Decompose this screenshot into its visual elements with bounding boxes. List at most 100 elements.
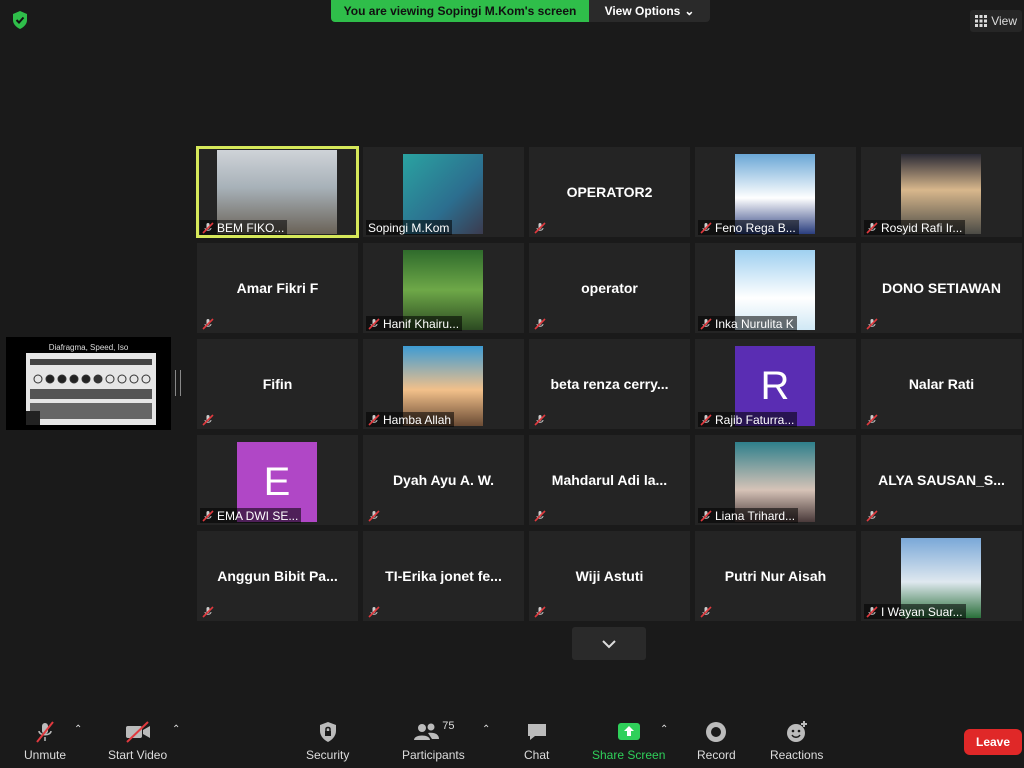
record-button[interactable]: Record [697, 720, 736, 762]
view-options-label: View Options [604, 4, 681, 18]
participant-tile[interactable]: Inka Nurulita K [695, 243, 856, 333]
mic-muted-icon [866, 605, 878, 618]
mic-muted-icon [866, 509, 878, 522]
mic-muted-icon [534, 509, 546, 522]
shield-icon[interactable] [10, 10, 30, 30]
participant-label: Hanif Khairu... [366, 316, 463, 331]
participant-status [532, 508, 549, 523]
mic-muted-icon [202, 413, 214, 426]
chat-button[interactable]: Chat [524, 720, 549, 762]
participant-tile[interactable]: Nalar Rati [861, 339, 1022, 429]
mic-muted-icon [700, 221, 712, 234]
participant-tile[interactable]: Rosyid Rafi Ir... [861, 147, 1022, 237]
participant-name: Wiji Astuti [575, 568, 644, 584]
viewing-status: You are viewing Sopingi M.Kom's screen [331, 0, 589, 22]
participants-count: 75 [442, 720, 455, 732]
participant-name: operator [581, 280, 638, 296]
participant-tile[interactable]: Putri Nur Aisah [695, 531, 856, 621]
video-off-icon [125, 721, 150, 743]
mic-muted-icon [534, 605, 546, 618]
participant-tile[interactable]: Anggun Bibit Pa... [197, 531, 358, 621]
participant-name: EMA DWI SE... [217, 508, 299, 523]
participant-tile[interactable]: operator [529, 243, 690, 333]
participant-name: Amar Fikri F [236, 280, 319, 296]
participant-name: DONO SETIAWAN [881, 280, 1001, 296]
mic-muted-icon [36, 721, 54, 743]
mic-muted-icon [866, 317, 878, 330]
participant-label: Hamba Allah [366, 412, 455, 427]
participants-button[interactable]: 75 Participants [402, 720, 465, 762]
mic-muted-icon [866, 221, 878, 234]
participant-tile[interactable]: DONO SETIAWAN [861, 243, 1022, 333]
participant-tile[interactable]: OPERATOR2 [529, 147, 690, 237]
grid-icon [975, 15, 988, 27]
participants-icon [414, 723, 440, 740]
participant-name: TI-Erika jonet fe... [385, 568, 502, 584]
chat-label: Chat [524, 748, 550, 762]
participant-tile[interactable]: Amar Fikri F [197, 243, 358, 333]
participant-tile[interactable]: E EMA DWI SE... [197, 435, 358, 525]
participant-status [864, 316, 881, 331]
share-options-caret[interactable]: ⌃ [660, 724, 668, 735]
participant-name: Nalar Rati [908, 376, 975, 392]
unmute-button[interactable]: Unmute [24, 720, 66, 762]
participants-label: Participants [402, 748, 465, 762]
participant-tile[interactable]: Mahdarul Adi la... [529, 435, 690, 525]
emoji-plus-icon [786, 721, 807, 742]
security-button[interactable]: Security [306, 720, 349, 762]
participant-tile[interactable]: R Rajib Faturra... [695, 339, 856, 429]
mic-muted-icon [202, 605, 214, 618]
participant-status [864, 508, 881, 523]
participant-status [698, 604, 715, 619]
participant-tile[interactable]: Wiji Astuti [529, 531, 690, 621]
participant-label: BEM FIKO... [200, 220, 288, 235]
participant-tile[interactable]: ALYA SAUSAN_S... [861, 435, 1022, 525]
participant-tile[interactable]: Hanif Khairu... [363, 243, 524, 333]
participant-name: Fifin [262, 376, 293, 392]
participant-tile[interactable]: Feno Rega B... [695, 147, 856, 237]
view-options-button[interactable]: View Options ⌄ [589, 0, 710, 22]
video-options-caret[interactable]: ⌃ [172, 724, 180, 735]
participant-label: Inka Nurulita K [698, 316, 797, 331]
participant-tile[interactable]: beta renza cerry... [529, 339, 690, 429]
share-screen-button[interactable]: Share Screen [592, 720, 665, 762]
participant-label: Feno Rega B... [698, 220, 799, 235]
shield-icon [319, 722, 336, 742]
participant-label: Rajib Faturra... [698, 412, 798, 427]
participant-tile[interactable]: Sopingi M.Kom [363, 147, 524, 237]
shared-slide-image [26, 353, 156, 425]
participant-name: Hamba Allah [383, 412, 452, 427]
participant-label: Sopingi M.Kom [366, 220, 453, 235]
shared-screen-thumbnail[interactable]: Diafragma, Speed, Iso [6, 337, 171, 430]
participant-tile[interactable]: TI-Erika jonet fe... [363, 531, 524, 621]
participants-options-caret[interactable]: ⌃ [482, 724, 490, 735]
reactions-button[interactable]: Reactions [770, 720, 823, 762]
chevron-down-icon [602, 639, 616, 648]
participant-name: OPERATOR2 [566, 184, 653, 200]
participant-tile[interactable]: Dyah Ayu A. W. [363, 435, 524, 525]
resize-handle[interactable] [175, 370, 181, 396]
record-icon [706, 722, 727, 742]
view-button[interactable]: View [970, 10, 1022, 32]
participant-status [200, 316, 217, 331]
participant-name: Mahdarul Adi la... [551, 472, 668, 488]
participant-tile[interactable]: Liana Trihard... [695, 435, 856, 525]
share-screen-label: Share Screen [592, 748, 666, 762]
participant-name: Liana Trihard... [715, 508, 796, 523]
participant-name: Putri Nur Aisah [724, 568, 827, 584]
mic-muted-icon [534, 221, 546, 234]
participant-tile[interactable]: BEM FIKO... [196, 146, 359, 238]
leave-button[interactable]: Leave [964, 729, 1022, 755]
participant-tile[interactable]: Fifin [197, 339, 358, 429]
next-page-button[interactable] [572, 627, 646, 660]
chevron-down-icon: ⌄ [684, 4, 695, 18]
mic-muted-icon [700, 413, 712, 426]
start-video-button[interactable]: Start Video [108, 720, 167, 762]
mic-muted-icon [202, 509, 214, 522]
participant-tile[interactable]: Hamba Allah [363, 339, 524, 429]
participant-name: BEM FIKO... [217, 220, 285, 235]
audio-options-caret[interactable]: ⌃ [74, 724, 82, 735]
participant-label: EMA DWI SE... [200, 508, 302, 523]
chat-icon [527, 724, 546, 740]
participant-tile[interactable]: I Wayan Suar... [861, 531, 1022, 621]
